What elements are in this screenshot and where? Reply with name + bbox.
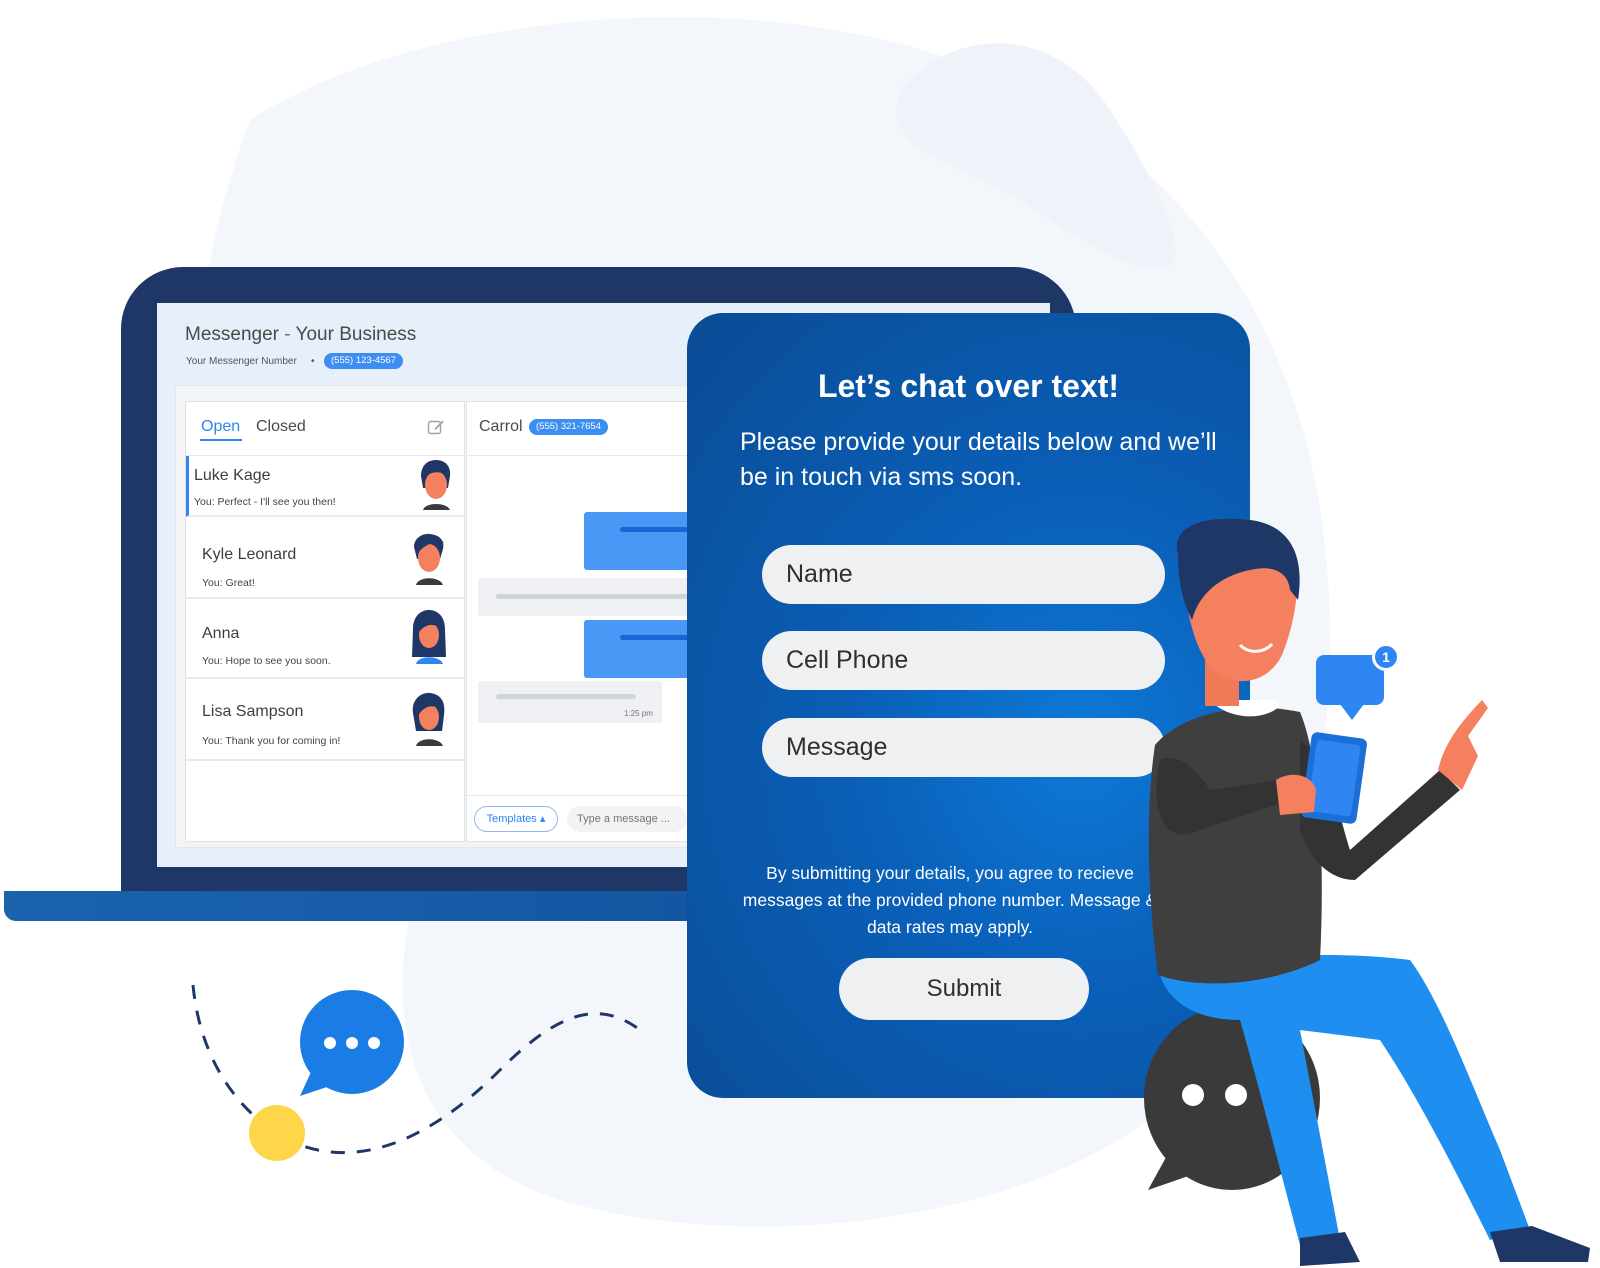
outgoing-message bbox=[584, 512, 740, 570]
message-snippet: You: Hope to see you soon. bbox=[202, 655, 331, 667]
outgoing-message bbox=[584, 620, 740, 678]
conversation-item[interactable]: Luke Kage You: Perfect - I'll see you th… bbox=[186, 456, 464, 517]
avatar bbox=[412, 692, 445, 746]
message-time: 1:25 pm bbox=[624, 709, 653, 718]
notification-count-badge: 1 bbox=[1372, 643, 1400, 671]
tab-open[interactable]: Open bbox=[201, 418, 240, 436]
conversation-item[interactable]: Anna You: Hope to see you soon. bbox=[186, 601, 464, 679]
avatar bbox=[421, 460, 451, 510]
chat-contact-number: (555) 321-7654 bbox=[529, 419, 608, 435]
messenger-number-label: Your Messenger Number bbox=[186, 356, 297, 367]
avatar bbox=[414, 533, 444, 585]
messenger-number-badge: (555) 123-4567 bbox=[324, 353, 403, 369]
conversation-item[interactable]: Lisa Sampson You: Thank you for coming i… bbox=[186, 681, 464, 761]
chat-contact-name: Carrol bbox=[479, 418, 523, 435]
consent-disclaimer: By submitting your details, you agree to… bbox=[742, 863, 1158, 937]
message-snippet: You: Great! bbox=[202, 577, 255, 589]
message-field[interactable] bbox=[762, 718, 1165, 777]
message-input[interactable] bbox=[567, 806, 687, 832]
contact-name: Lisa Sampson bbox=[202, 703, 304, 720]
conversation-item[interactable]: Kyle Leonard You: Great! bbox=[186, 519, 464, 599]
incoming-message: 1:25 pm bbox=[478, 681, 662, 723]
submit-button[interactable]: Submit bbox=[839, 958, 1089, 1020]
compose-icon[interactable] bbox=[427, 418, 445, 436]
business-name: Your Business bbox=[295, 324, 417, 345]
tab-closed[interactable]: Closed bbox=[256, 418, 306, 436]
contact-name: Luke Kage bbox=[194, 467, 271, 484]
cell-phone-field[interactable] bbox=[762, 631, 1165, 690]
app-title: Messenger - Your Business bbox=[185, 324, 417, 345]
contact-name: Kyle Leonard bbox=[202, 546, 297, 563]
number-separator: • bbox=[311, 356, 315, 367]
contact-name: Anna bbox=[202, 625, 240, 642]
active-tab-indicator bbox=[200, 439, 242, 441]
form-title: Let’s chat over text! bbox=[817, 368, 1120, 404]
message-snippet: You: Thank you for coming in! bbox=[202, 735, 341, 747]
incoming-message bbox=[478, 578, 708, 616]
name-field[interactable] bbox=[762, 545, 1165, 604]
message-snippet: You: Perfect - I'll see you then! bbox=[194, 496, 336, 508]
avatar bbox=[412, 610, 446, 664]
templates-button[interactable]: Templates ▴ bbox=[474, 806, 558, 832]
form-subtitle: Please provide your details below and we… bbox=[740, 428, 1217, 491]
